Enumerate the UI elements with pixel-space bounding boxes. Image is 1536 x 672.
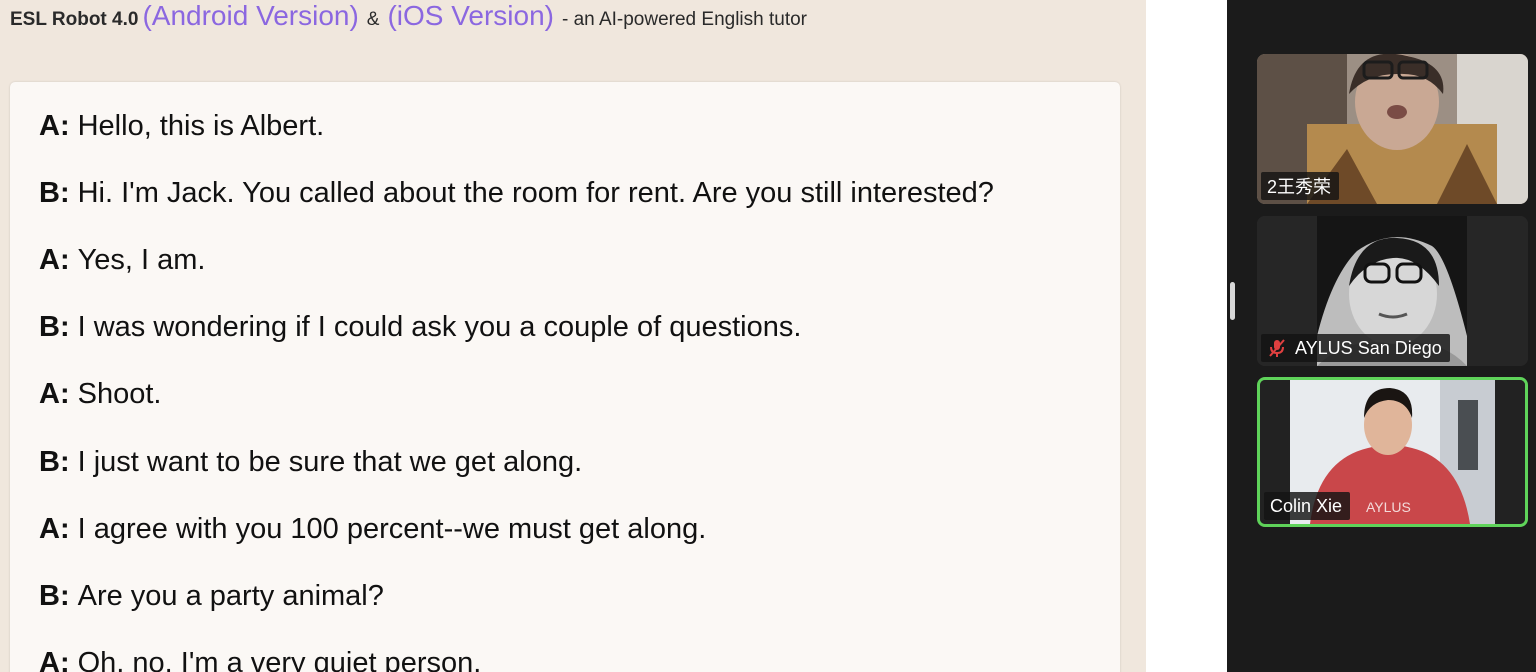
dialog-card: A: Hello, this is Albert. B: Hi. I'm Jack.… <box>10 82 1120 672</box>
speaker-label: A: <box>39 378 70 410</box>
dialog-text: I agree with you 100 percent--we must ge… <box>77 513 707 545</box>
video-tile-2[interactable]: AYLUS San Diego <box>1257 216 1528 366</box>
meeting-panel: 2王秀荣 AYLUS San Diego AYLUS Colin Xie <box>1227 0 1536 672</box>
dialog-text: Yes, I am. <box>77 244 206 276</box>
page-header: ESL Robot 4.0 (Android Version) & (iOS V… <box>10 0 1140 40</box>
dialog-line: A: Yes, I am. <box>39 244 206 277</box>
speaker-label: B: <box>39 311 70 343</box>
pane-gap <box>1146 0 1227 672</box>
dialog-text: Hi. I'm Jack. You called about the room … <box>77 177 994 209</box>
dialog-line: B: I just want to be sure that we get alo… <box>39 446 582 479</box>
speaker-label: A: <box>39 647 70 672</box>
ios-version-link[interactable]: (iOS Version) <box>387 0 554 32</box>
dialog-line: A: Oh, no. I'm a very quiet person. <box>39 647 481 672</box>
dialog-text: Are you a party animal? <box>77 580 384 612</box>
video-tile-3[interactable]: AYLUS Colin Xie <box>1257 377 1528 527</box>
participant-name-tag: AYLUS San Diego <box>1261 334 1450 362</box>
participant-name: Colin Xie <box>1270 495 1343 516</box>
participant-name: AYLUS San Diego <box>1295 337 1442 358</box>
speaker-label: A: <box>39 244 70 276</box>
speaker-label: B: <box>39 177 70 209</box>
android-version-link[interactable]: (Android Version) <box>142 0 358 32</box>
mic-muted-icon <box>1267 338 1287 358</box>
dialog-text: Shoot. <box>77 378 162 410</box>
ampersand-text: & <box>366 9 380 30</box>
speaker-label: A: <box>39 110 70 142</box>
dialog-line: B: Hi. I'm Jack. You called about the roo… <box>39 177 994 210</box>
speaker-label: B: <box>39 580 70 612</box>
dialog-text: Hello, this is Albert. <box>77 110 325 142</box>
video-tile-1[interactable]: 2王秀荣 <box>1257 54 1528 204</box>
participant-name: 2王秀荣 <box>1267 177 1332 197</box>
app-title: ESL Robot 4.0 <box>10 9 139 30</box>
svg-text:AYLUS: AYLUS <box>1366 499 1411 515</box>
dialog-text: I just want to be sure that we get along… <box>77 446 583 478</box>
speaker-label: B: <box>39 446 70 478</box>
dialog-line: A: Shoot. <box>39 378 161 411</box>
dialog-text: I was wondering if I could ask you a cou… <box>77 311 802 343</box>
panel-resize-handle[interactable] <box>1230 282 1235 320</box>
participant-name-tag: Colin Xie <box>1264 492 1351 520</box>
dialog-line: A: Hello, this is Albert. <box>39 110 324 143</box>
dialog-line: A: I agree with you 100 percent--we must … <box>39 513 706 546</box>
esl-robot-page: ESL Robot 4.0 (Android Version) & (iOS V… <box>0 0 1146 672</box>
participant-name-tag: 2王秀荣 <box>1261 172 1340 200</box>
dialog-text: Oh, no. I'm a very quiet person. <box>77 647 482 672</box>
tagline: - an AI-powered English tutor <box>561 9 808 30</box>
dialog-line: B: Are you a party animal? <box>39 580 384 613</box>
speaker-label: A: <box>39 513 70 545</box>
dialog-line: B: I was wondering if I could ask you a c… <box>39 311 801 344</box>
